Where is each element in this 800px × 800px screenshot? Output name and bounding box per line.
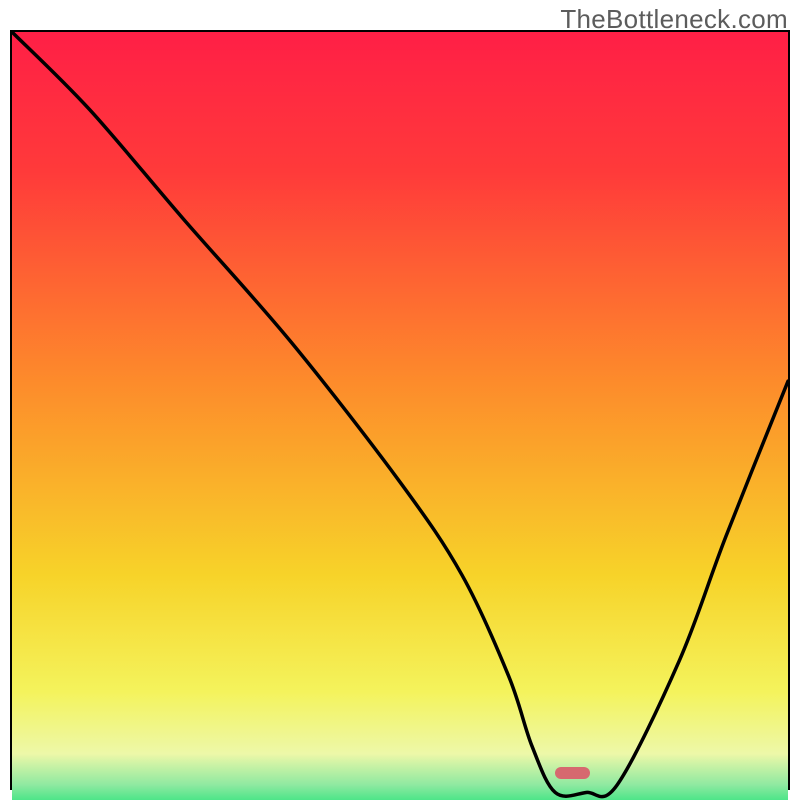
plot-frame bbox=[10, 30, 790, 790]
chart-stage: TheBottleneck.com bbox=[0, 0, 800, 800]
optimal-point-marker bbox=[555, 767, 590, 779]
bottleneck-curve bbox=[12, 32, 788, 800]
plot-area bbox=[12, 32, 788, 788]
